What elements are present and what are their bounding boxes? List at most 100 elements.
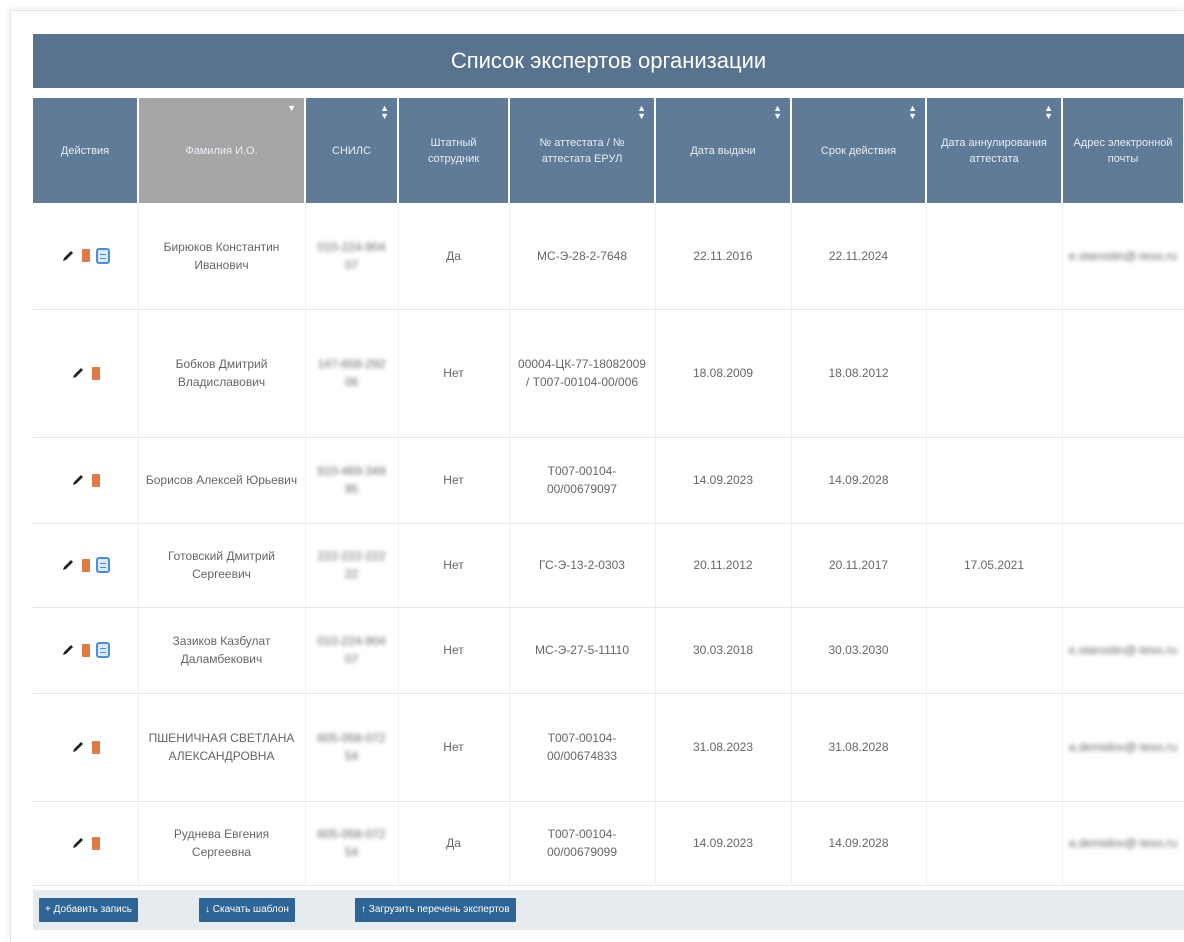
valid-date-cell: 31.08.2028 bbox=[791, 693, 927, 802]
actions-cell bbox=[33, 607, 139, 694]
name-cell: Зазиков Казбулат Даламбекович bbox=[138, 607, 306, 694]
valid-date-cell: 14.09.2028 bbox=[791, 801, 927, 886]
snils-cell: 605-058-072 54 bbox=[305, 801, 399, 886]
name-cell: Бобков Дмитрий Владиславович bbox=[138, 309, 306, 438]
issued-date-cell: 22.11.2016 bbox=[655, 203, 792, 310]
upload-experts-button[interactable]: ↑ Загрузить перечень экспертов bbox=[355, 898, 516, 922]
sort-icon: ▲ ▼ bbox=[773, 103, 782, 121]
edit-pencil-icon[interactable] bbox=[60, 557, 76, 573]
valid-date-cell: 20.11.2017 bbox=[791, 523, 927, 608]
email-cell bbox=[1062, 523, 1184, 608]
annulled-date-cell bbox=[926, 309, 1063, 438]
actions-cell bbox=[33, 693, 139, 802]
col-header-name[interactable]: ▼ Фамилия И.О. bbox=[138, 98, 306, 203]
staff-cell: Нет bbox=[398, 607, 510, 694]
valid-date-cell: 18.08.2012 bbox=[791, 309, 927, 438]
edit-pencil-icon[interactable] bbox=[70, 835, 86, 851]
annulled-date-cell bbox=[926, 203, 1063, 310]
experts-table: Действия ▼ Фамилия И.О. ▲ ▼ СНИЛС Штатный с… bbox=[33, 98, 1184, 886]
edit-pencil-icon[interactable] bbox=[60, 642, 76, 658]
table-row: Готовский Дмитрий Сергеевич 222-222-222 … bbox=[33, 523, 1184, 608]
sort-icon: ▲ ▼ bbox=[1044, 103, 1053, 121]
name-cell: ПШЕНИЧНАЯ СВЕТЛАНА АЛЕКСАНДРОВНА bbox=[138, 693, 306, 802]
col-header-snils[interactable]: ▲ ▼ СНИЛС bbox=[305, 98, 399, 203]
annulled-date-cell bbox=[926, 693, 1063, 802]
table-row: Бобков Дмитрий Владиславович 147-658-292… bbox=[33, 309, 1184, 438]
email-cell bbox=[1062, 309, 1184, 438]
issued-date-cell: 18.08.2009 bbox=[655, 309, 792, 438]
issued-date-cell: 14.09.2023 bbox=[655, 801, 792, 886]
download-template-button[interactable]: ↓ Скачать шаблон bbox=[199, 898, 295, 922]
staff-cell: Нет bbox=[398, 437, 510, 524]
issued-date-cell: 20.11.2012 bbox=[655, 523, 792, 608]
edit-pencil-icon[interactable] bbox=[60, 248, 76, 264]
snils-cell: 222-222-222 22 bbox=[305, 523, 399, 608]
table-footer: + Добавить запись ↓ Скачать шаблон ↑ Заг… bbox=[33, 890, 1184, 930]
valid-date-cell: 14.09.2028 bbox=[791, 437, 927, 524]
header-row: Действия ▼ Фамилия И.О. ▲ ▼ СНИЛС Штатный с… bbox=[33, 98, 1184, 203]
delete-trash-icon[interactable] bbox=[82, 643, 91, 657]
actions-cell bbox=[33, 437, 139, 524]
delete-trash-icon[interactable] bbox=[82, 249, 91, 263]
email-cell: a.demidov@-tesо.ru bbox=[1062, 693, 1184, 802]
name-cell: Бирюков Константин Иванович bbox=[138, 203, 306, 310]
issued-date-cell: 31.08.2023 bbox=[655, 693, 792, 802]
document-icon[interactable] bbox=[96, 247, 111, 264]
document-icon[interactable] bbox=[96, 557, 111, 573]
annulled-date-cell: 17.05.2021 bbox=[926, 523, 1063, 608]
email-cell bbox=[1062, 437, 1184, 524]
delete-trash-icon[interactable] bbox=[92, 366, 101, 380]
table-row: Борисов Алексей Юрьевич 810-469-349 95 Н… bbox=[33, 437, 1184, 524]
col-header-valid[interactable]: ▲ ▼ Срок действия bbox=[791, 98, 927, 203]
table-row: Бирюков Константин Иванович 010-224-904 … bbox=[33, 203, 1184, 310]
actions-cell bbox=[33, 203, 139, 310]
email-cell: e.starostin@-tesо.ru bbox=[1062, 607, 1184, 694]
staff-cell: Да bbox=[398, 801, 510, 886]
issued-date-cell: 14.09.2023 bbox=[655, 437, 792, 524]
snils-cell: 147-658-292 06 bbox=[305, 309, 399, 438]
name-cell: Руднева Евгения Сергеевна bbox=[138, 801, 306, 886]
sort-icon: ▲ ▼ bbox=[380, 103, 389, 121]
staff-cell: Нет bbox=[398, 693, 510, 802]
snils-cell: 605-058-072 54 bbox=[305, 693, 399, 802]
col-header-email: Адрес электронной почты bbox=[1062, 98, 1184, 203]
col-header-annulled[interactable]: ▲ ▼ Дата аннулирования аттестата bbox=[926, 98, 1063, 203]
actions-cell bbox=[33, 523, 139, 608]
actions-cell bbox=[33, 801, 139, 886]
sort-desc-icon: ▼ bbox=[287, 103, 296, 113]
delete-trash-icon[interactable] bbox=[92, 836, 101, 850]
snils-cell: 810-469-349 95 bbox=[305, 437, 399, 524]
edit-pencil-icon[interactable] bbox=[70, 472, 86, 488]
cert-cell: ГС-Э-13-2-0303 bbox=[509, 523, 656, 608]
edit-pencil-icon[interactable] bbox=[70, 365, 86, 381]
col-header-cert[interactable]: ▲ ▼ № аттестата / № аттестата ЕРУЛ bbox=[509, 98, 656, 203]
page-title: Список экспертов организации bbox=[33, 34, 1184, 88]
email-cell: e.starostin@-tesо.ru bbox=[1062, 203, 1184, 310]
delete-trash-icon[interactable] bbox=[92, 473, 101, 487]
col-header-staff: Штатный сотрудник bbox=[398, 98, 510, 203]
col-header-issued[interactable]: ▲ ▼ Дата выдачи bbox=[655, 98, 792, 203]
cert-cell: МС-Э-28-2-7648 bbox=[509, 203, 656, 310]
edit-pencil-icon[interactable] bbox=[70, 739, 86, 755]
name-cell: Готовский Дмитрий Сергеевич bbox=[138, 523, 306, 608]
valid-date-cell: 30.03.2030 bbox=[791, 607, 927, 694]
annulled-date-cell bbox=[926, 801, 1063, 886]
cert-cell: МС-Э-27-5-11110 bbox=[509, 607, 656, 694]
table-row: Зазиков Казбулат Даламбекович 010-224-90… bbox=[33, 607, 1184, 694]
valid-date-cell: 22.11.2024 bbox=[791, 203, 927, 310]
add-record-button[interactable]: + Добавить запись bbox=[39, 898, 138, 922]
col-header-actions: Действия bbox=[33, 98, 139, 203]
annulled-date-cell bbox=[926, 607, 1063, 694]
delete-trash-icon[interactable] bbox=[92, 740, 101, 754]
document-icon[interactable] bbox=[96, 642, 111, 658]
email-cell: a.demidov@-tesо.ru bbox=[1062, 801, 1184, 886]
actions-cell bbox=[33, 309, 139, 438]
snils-cell: 010-224-904 07 bbox=[305, 203, 399, 310]
sort-icon: ▲ ▼ bbox=[908, 103, 917, 121]
delete-trash-icon[interactable] bbox=[82, 558, 91, 572]
name-cell: Борисов Алексей Юрьевич bbox=[138, 437, 306, 524]
table-row: ПШЕНИЧНАЯ СВЕТЛАНА АЛЕКСАНДРОВНА 605-058… bbox=[33, 693, 1184, 802]
staff-cell: Нет bbox=[398, 523, 510, 608]
snils-cell: 010-224-904 07 bbox=[305, 607, 399, 694]
cert-cell: Т007-00104-00/00674833 bbox=[509, 693, 656, 802]
